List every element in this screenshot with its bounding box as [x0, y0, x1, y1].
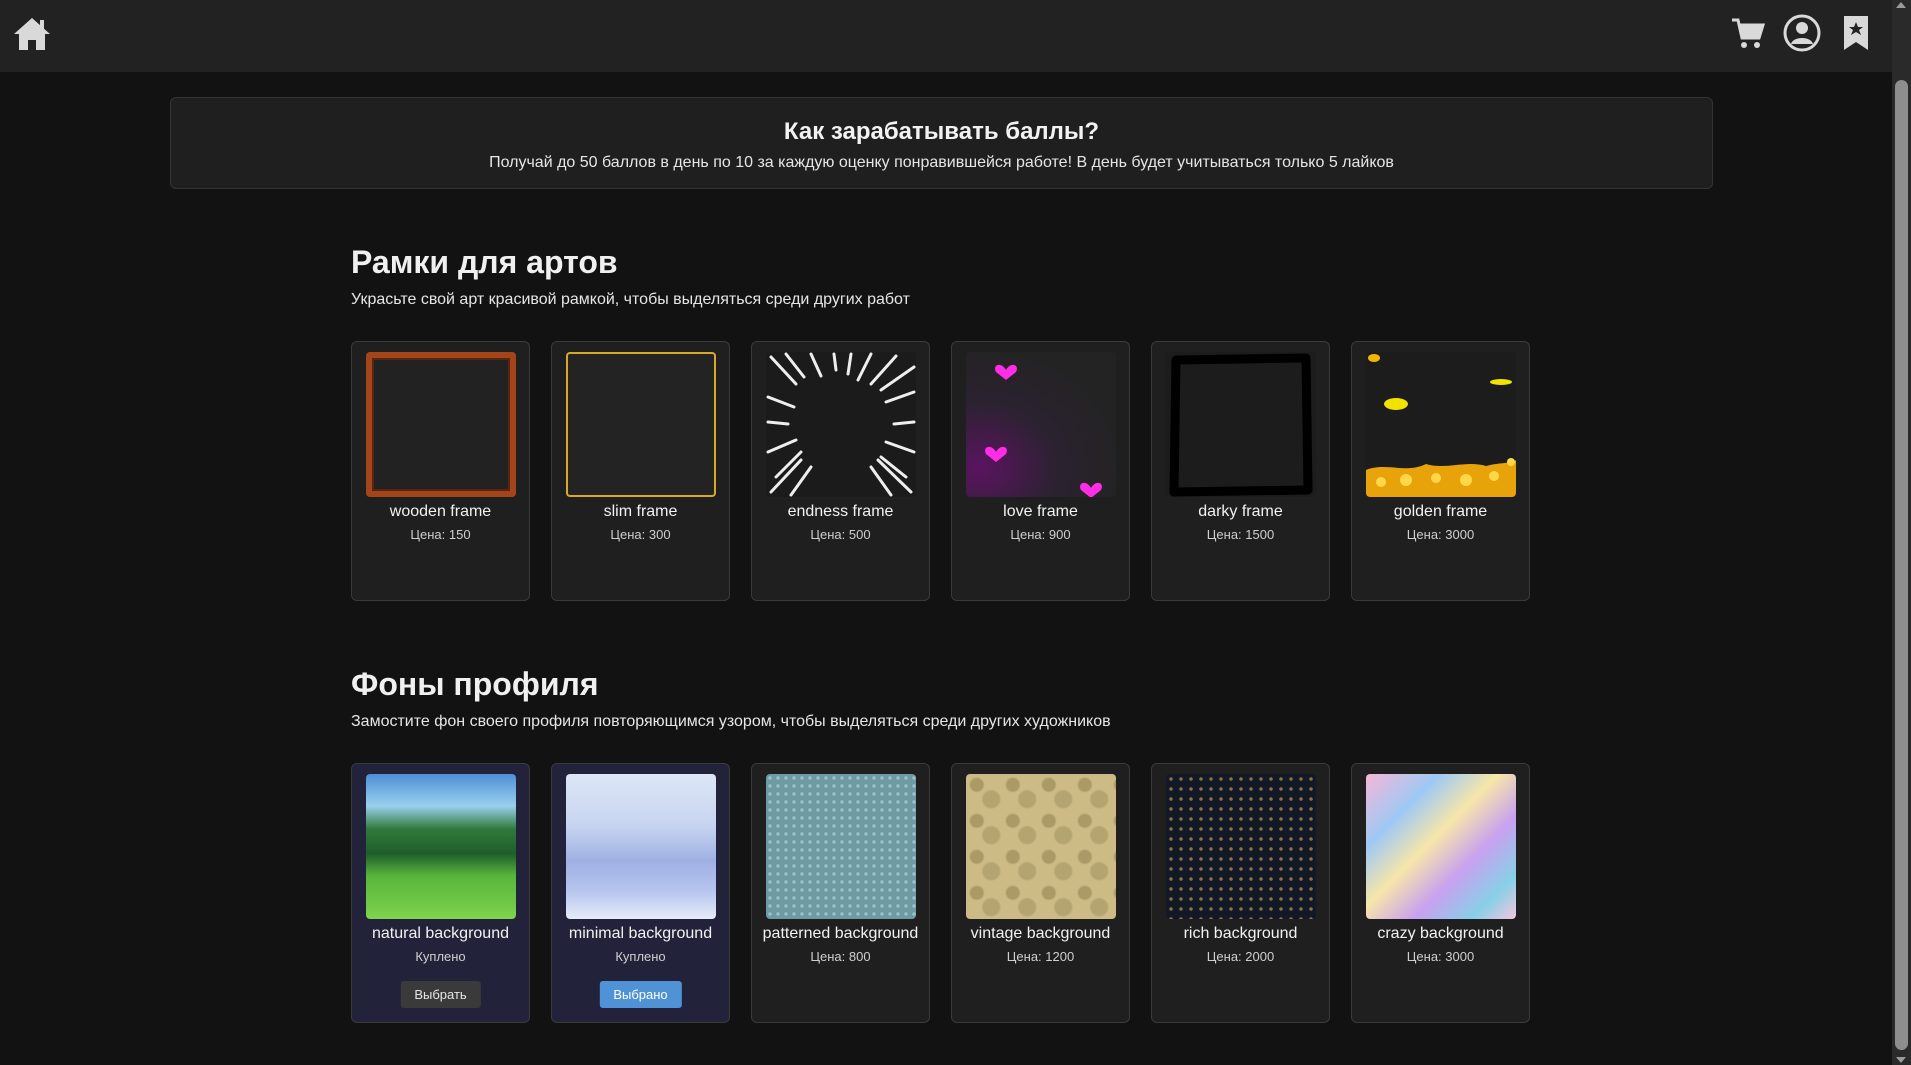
- background-card-vintage[interactable]: vintage background Цена: 1200: [951, 763, 1130, 1023]
- points-info-banner: Как зарабатывать баллы? Получай до 50 ба…: [170, 97, 1713, 189]
- frame-card-love[interactable]: love frame Цена: 900: [951, 341, 1130, 601]
- frames-subtitle: Украсьте свой арт красивой рамкой, чтобы…: [351, 291, 910, 308]
- user-icon[interactable]: [1782, 12, 1822, 54]
- points-info-text: Получай до 50 баллов в день по 10 за каж…: [489, 154, 1394, 171]
- card-price: Цена: 500: [810, 527, 871, 542]
- card-price: Цена: 150: [410, 527, 471, 542]
- card-name: rich background: [1183, 925, 1298, 942]
- frames-list: wooden frame Цена: 150 slim frame Цена: …: [351, 341, 1530, 601]
- card-price: Цена: 300: [610, 527, 671, 542]
- card-price: Цена: 900: [1010, 527, 1071, 542]
- card-name: wooden frame: [389, 503, 492, 520]
- frame-card-golden[interactable]: golden frame Цена: 3000: [1351, 341, 1530, 601]
- frame-card-wooden[interactable]: wooden frame Цена: 150: [351, 341, 530, 601]
- backgrounds-list: natural background Куплено Выбрать minim…: [351, 763, 1530, 1023]
- card-price: Цена: 2000: [1206, 949, 1275, 964]
- background-card-patterned[interactable]: patterned background Цена: 800: [751, 763, 930, 1023]
- golden-frame-preview: [1366, 352, 1516, 497]
- backgrounds-title: Фоны профиля: [351, 666, 599, 702]
- background-card-minimal[interactable]: minimal background Куплено Выбрано: [551, 763, 730, 1023]
- scroll-up-icon[interactable]: [1896, 2, 1906, 8]
- card-name: minimal background: [568, 925, 713, 942]
- rich-background-preview: [1166, 774, 1316, 919]
- endness-frame-preview: [766, 352, 916, 497]
- card-status: Куплено: [415, 949, 466, 964]
- card-name: endness frame: [787, 503, 894, 520]
- card-price: Цена: 800: [810, 949, 871, 964]
- patterned-background-preview: [766, 774, 916, 919]
- bookmark-icon[interactable]: [1836, 12, 1876, 54]
- card-name: patterned background: [762, 925, 919, 942]
- background-card-rich[interactable]: rich background Цена: 2000: [1151, 763, 1330, 1023]
- background-card-crazy[interactable]: crazy background Цена: 3000: [1351, 763, 1530, 1023]
- home-icon[interactable]: [12, 14, 52, 54]
- scrollbar[interactable]: [1892, 0, 1911, 1065]
- backgrounds-section: Фоны профиля Замостите фон своего профил…: [351, 666, 1531, 1023]
- card-name: slim frame: [603, 503, 678, 520]
- card-price: Цена: 3000: [1406, 527, 1475, 542]
- card-status: Куплено: [615, 949, 666, 964]
- vintage-background-preview: [966, 774, 1116, 919]
- points-info-title: Как зарабатывать баллы?: [783, 118, 1100, 145]
- card-name: darky frame: [1198, 503, 1283, 520]
- selected-button[interactable]: Выбрано: [599, 981, 682, 1008]
- card-price: Цена: 1500: [1206, 527, 1275, 542]
- frame-card-endness[interactable]: endness frame Цена: 500: [751, 341, 930, 601]
- card-price: Цена: 3000: [1406, 949, 1475, 964]
- card-price: Цена: 1200: [1006, 949, 1075, 964]
- frames-section: Рамки для артов Украсьте свой арт красив…: [351, 244, 1531, 601]
- love-frame-preview: [966, 352, 1116, 497]
- select-button[interactable]: Выбрать: [400, 981, 481, 1008]
- cart-icon[interactable]: [1728, 12, 1768, 54]
- wooden-frame-preview: [366, 352, 516, 497]
- crazy-background-preview: [1366, 774, 1516, 919]
- card-name: vintage background: [970, 925, 1111, 942]
- card-name: natural background: [372, 925, 509, 942]
- backgrounds-subtitle: Замостите фон своего профиля повторяющим…: [351, 713, 1111, 730]
- background-card-natural[interactable]: natural background Куплено Выбрать: [351, 763, 530, 1023]
- card-name: love frame: [1003, 503, 1078, 520]
- card-name: golden frame: [1393, 503, 1488, 520]
- frame-card-slim[interactable]: slim frame Цена: 300: [551, 341, 730, 601]
- natural-background-preview: [366, 774, 516, 919]
- card-name: crazy background: [1377, 925, 1504, 942]
- scroll-thumb[interactable]: [1895, 80, 1908, 1050]
- slim-frame-preview: [566, 352, 716, 497]
- scroll-down-icon[interactable]: [1896, 1057, 1906, 1063]
- darky-frame-preview: [1166, 352, 1316, 497]
- frame-card-darky[interactable]: darky frame Цена: 1500: [1151, 341, 1330, 601]
- frames-title: Рамки для артов: [351, 244, 618, 280]
- top-bar: [0, 0, 1892, 72]
- minimal-background-preview: [566, 774, 716, 919]
